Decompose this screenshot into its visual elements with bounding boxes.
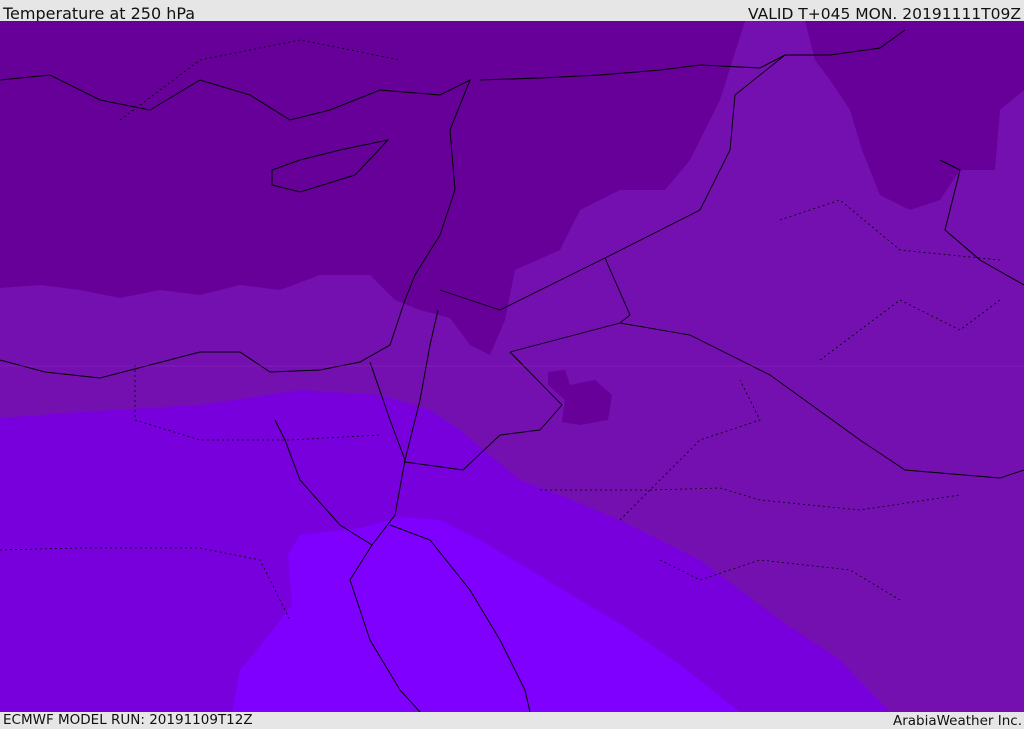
model-run: ECMWF MODEL RUN: 20191109T12Z (3, 712, 253, 728)
credit: ArabiaWeather Inc. (892, 713, 1022, 729)
header-bar: Temperature at 250 hPa VALID T+045 MON. … (0, 0, 1024, 23)
temperature-map (0, 21, 1024, 712)
footer-bar: ECMWF MODEL RUN: 20191109T12Z ArabiaWeat… (0, 712, 1024, 729)
